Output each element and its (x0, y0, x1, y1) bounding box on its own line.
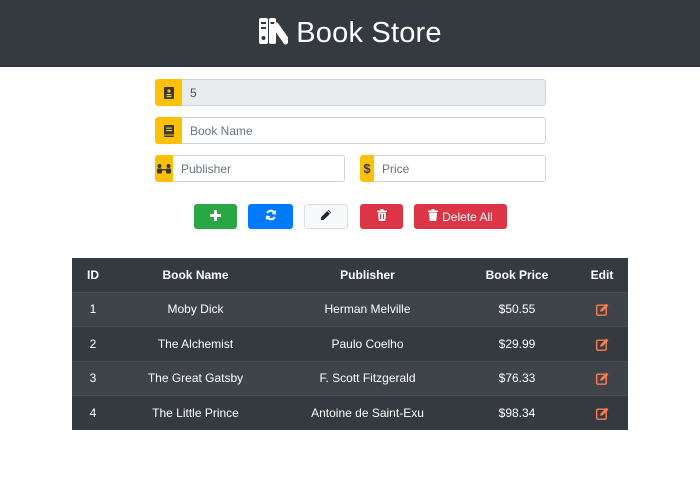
edit-row-icon[interactable] (576, 326, 628, 361)
cell-book-name: The Little Prince (114, 395, 277, 430)
sync-icon (265, 208, 277, 226)
cell-book-name: The Great Gatsby (114, 360, 277, 396)
id-field-group (155, 79, 546, 106)
table-row[interactable]: 3 The Great Gatsby F. Scott Fitzgerald $… (72, 360, 628, 396)
column-header-book-price: Book Price (458, 258, 576, 292)
page-title: Book Store (296, 16, 442, 49)
book-icon (155, 117, 182, 144)
publisher-input[interactable] (173, 155, 345, 182)
people-icon (155, 155, 173, 182)
table-header-row: ID Book Name Publisher Book Price Edit (72, 258, 628, 292)
edit-row-icon[interactable] (576, 360, 628, 396)
price-field-group: $ (360, 155, 546, 182)
cell-price: $98.34 (458, 395, 576, 430)
table-row[interactable]: 1 Moby Dick Herman Melville $50.55 (72, 291, 628, 327)
add-button[interactable] (194, 204, 237, 229)
pencil-icon (320, 208, 332, 226)
cell-publisher: Antoine de Saint-Exu (277, 395, 458, 430)
publisher-field-group (155, 155, 345, 182)
cell-price: $50.55 (458, 291, 576, 327)
cell-publisher: Herman Melville (277, 291, 458, 327)
plus-icon (210, 208, 221, 226)
table-row[interactable]: 4 The Little Prince Antoine de Saint-Exu… (72, 395, 628, 430)
edit-button[interactable] (304, 204, 348, 229)
cell-publisher: F. Scott Fitzgerald (277, 360, 458, 396)
dollar-icon: $ (360, 155, 374, 182)
refresh-button[interactable] (248, 204, 293, 229)
cell-publisher: Paulo Coelho (277, 326, 458, 361)
cell-book-name: Moby Dick (114, 291, 277, 327)
trash-icon (376, 208, 387, 226)
cell-book-name: The Alchemist (114, 326, 277, 361)
delete-all-label: Delete All (442, 209, 493, 224)
table-row[interactable]: 2 The Alchemist Paulo Coelho $29.99 (72, 326, 628, 361)
cell-price: $29.99 (458, 326, 576, 361)
cell-id: 2 (72, 326, 114, 361)
cell-id: 4 (72, 395, 114, 430)
brand: Book Store (258, 16, 442, 51)
column-header-publisher: Publisher (277, 258, 458, 292)
book-name-input[interactable] (182, 117, 546, 144)
books-icon (258, 16, 291, 51)
app-header: Book Store (0, 0, 700, 67)
trash-icon (428, 208, 439, 226)
id-card-icon (155, 79, 182, 106)
edit-row-icon[interactable] (576, 395, 628, 430)
books-table: ID Book Name Publisher Book Price Edit 1… (72, 258, 628, 430)
column-header-edit: Edit (576, 258, 628, 292)
cell-price: $76.33 (458, 360, 576, 396)
book-name-field-group (155, 117, 546, 144)
cell-id: 3 (72, 360, 114, 396)
price-input[interactable] (374, 155, 546, 182)
cell-id: 1 (72, 291, 114, 327)
delete-button[interactable] (360, 204, 403, 229)
id-input[interactable] (182, 79, 546, 106)
edit-row-icon[interactable] (576, 291, 628, 327)
delete-all-button[interactable]: Delete All (414, 204, 507, 229)
column-header-book-name: Book Name (114, 258, 277, 292)
column-header-id: ID (72, 258, 114, 292)
